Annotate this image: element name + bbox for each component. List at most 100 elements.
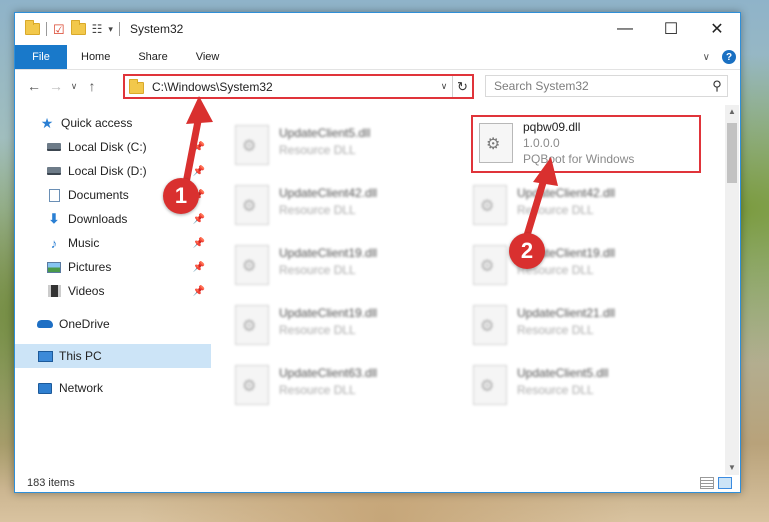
rename-icon[interactable]: ☷: [92, 23, 103, 35]
pc-icon: [37, 349, 53, 363]
dll-file-icon: [235, 305, 269, 345]
dll-file-icon: [235, 185, 269, 225]
file-item[interactable]: UpdateClient42.dll Resource DLL: [457, 179, 679, 233]
toolbar-divider: [118, 22, 120, 36]
sidebar-item-network[interactable]: Network: [15, 376, 211, 400]
ribbon-right: ∨ ?: [703, 45, 740, 69]
details-view-icon[interactable]: [700, 477, 714, 489]
tab-file[interactable]: File: [15, 45, 67, 69]
address-bar[interactable]: C:\Windows\System32 ∨ ↻: [123, 74, 474, 99]
dll-file-icon: [473, 185, 507, 225]
forward-button[interactable]: →: [45, 78, 67, 94]
file-item[interactable]: UpdateClient42.dll Resource DLL: [219, 179, 441, 233]
title-bar: ☑ ☷ ▾ System32 — ☐ ✕: [15, 13, 740, 45]
dll-file-icon: [235, 245, 269, 285]
file-item[interactable]: UpdateClient5.dll Resource DLL: [457, 359, 679, 413]
file-type: Resource DLL: [517, 203, 594, 217]
scrollbar-thumb[interactable]: [727, 123, 737, 183]
sidebar-item-music[interactable]: ♪ Music 📌: [15, 231, 211, 255]
maximize-button[interactable]: ☐: [648, 13, 694, 45]
chevron-down-icon[interactable]: ▾: [108, 24, 113, 34]
highlighted-file-item[interactable]: pqbw09.dll 1.0.0.0 PQBoot for Windows: [471, 115, 701, 173]
videos-icon: [46, 284, 62, 298]
sidebar-item-videos[interactable]: Videos 📌: [15, 279, 211, 303]
quick-access-toolbar: ☑ ☷ ▾: [15, 20, 120, 36]
music-icon: ♪: [50, 235, 58, 251]
file-item[interactable]: UpdateClient19.dllResource DLL: [457, 239, 679, 293]
help-icon[interactable]: ?: [722, 50, 736, 64]
minimize-button[interactable]: —: [602, 13, 648, 45]
file-type: Resource DLL: [279, 143, 356, 157]
sidebar-item-label: Pictures: [68, 260, 112, 274]
dll-file-icon: [473, 365, 507, 405]
search-box[interactable]: Search System32 ⚲: [485, 75, 728, 97]
tab-share[interactable]: Share: [124, 45, 181, 69]
file-type: Resource DLL: [279, 203, 356, 217]
file-name: UpdateClient19.dll: [279, 246, 378, 260]
sidebar-item-label: Quick access: [61, 116, 133, 130]
sidebar-item-label: Downloads: [68, 212, 128, 226]
explorer-window: ☑ ☷ ▾ System32 — ☐ ✕ File Home Share Vie…: [14, 12, 741, 493]
sidebar-item-quick-access[interactable]: ★ Quick access: [15, 111, 211, 135]
sidebar-item-this-pc[interactable]: This PC: [15, 344, 211, 368]
step-badge-1: 1: [163, 178, 199, 214]
recent-locations-button[interactable]: ∨: [67, 81, 81, 92]
expand-ribbon-icon[interactable]: ∨: [703, 52, 710, 63]
disk-icon: [46, 140, 62, 154]
file-type: Resource DLL: [279, 383, 356, 397]
folder-icon[interactable]: [25, 20, 40, 35]
refresh-button[interactable]: ↻: [452, 76, 472, 97]
sidebar-item-label: Music: [68, 236, 100, 250]
file-name: UpdateClient19.dll: [279, 306, 378, 320]
sidebar-item-pictures[interactable]: Pictures 📌: [15, 255, 211, 279]
pin-icon[interactable]: 📌: [193, 262, 205, 273]
file-item[interactable]: UpdateClient5.dll Resource DLL: [219, 119, 441, 173]
properties-icon[interactable]: ☑: [53, 23, 65, 36]
sidebar-item-label: OneDrive: [59, 317, 110, 331]
sidebar-item-local-disk-c[interactable]: Local Disk (C:) 📌: [15, 135, 211, 159]
sidebar-item-label: Local Disk (D:): [68, 164, 147, 178]
back-button[interactable]: ←: [23, 78, 45, 94]
sidebar-item-label: Videos: [68, 284, 105, 298]
address-dropdown-button[interactable]: ∨: [436, 81, 452, 92]
pin-icon[interactable]: 📌: [193, 286, 205, 297]
up-button[interactable]: ↑: [81, 78, 103, 94]
tab-view[interactable]: View: [182, 45, 234, 69]
pin-icon[interactable]: 📌: [193, 238, 205, 249]
file-item[interactable]: UpdateClient19.dll Resource DLL: [219, 299, 441, 353]
pin-icon[interactable]: 📌: [193, 166, 205, 177]
file-description: PQBoot for Windows: [523, 152, 635, 166]
navigation-bar: ← → ∨ ↑ C:\Windows\System32 ∨ ↻ Search S…: [15, 71, 740, 101]
file-name: UpdateClient5.dll: [279, 126, 371, 140]
file-item[interactable]: UpdateClient21.dll Resource DLL: [457, 299, 679, 353]
new-folder-icon[interactable]: [70, 20, 86, 35]
file-name: pqbw09.dll: [523, 120, 581, 134]
file-type: Resource DLL: [279, 323, 356, 337]
search-input[interactable]: Search System32: [494, 79, 707, 93]
dll-file-icon: [473, 305, 507, 345]
disk-icon: [46, 164, 62, 178]
file-version: 1.0.0.0: [523, 136, 560, 150]
pin-icon[interactable]: 📌: [193, 214, 205, 225]
ribbon-tabs: File Home Share View ∨ ?: [15, 45, 740, 70]
file-item[interactable]: UpdateClient63.dll Resource DLL: [219, 359, 441, 413]
sidebar-item-onedrive[interactable]: OneDrive: [15, 312, 211, 336]
status-bar: 183 items: [15, 473, 740, 493]
dll-file-icon: [479, 123, 513, 163]
file-name: UpdateClient42.dll: [517, 186, 616, 200]
close-button[interactable]: ✕: [694, 13, 740, 45]
tab-home[interactable]: Home: [67, 45, 124, 69]
vertical-scrollbar[interactable]: ▲ ▼: [725, 105, 739, 475]
dll-file-icon: [235, 125, 269, 165]
document-icon: [46, 188, 62, 202]
scroll-up-icon[interactable]: ▲: [725, 105, 739, 119]
pin-icon[interactable]: 📌: [193, 142, 205, 153]
file-item[interactable]: UpdateClient19.dllResource DLL: [219, 239, 441, 293]
sidebar-item-label: Local Disk (C:): [68, 140, 147, 154]
tiles-view-icon[interactable]: [718, 477, 732, 489]
window-title: System32: [129, 22, 184, 36]
folder-icon: [129, 78, 144, 94]
file-name: UpdateClient63.dll: [279, 366, 378, 380]
search-icon[interactable]: ⚲: [707, 78, 727, 94]
address-text[interactable]: C:\Windows\System32: [152, 80, 436, 94]
